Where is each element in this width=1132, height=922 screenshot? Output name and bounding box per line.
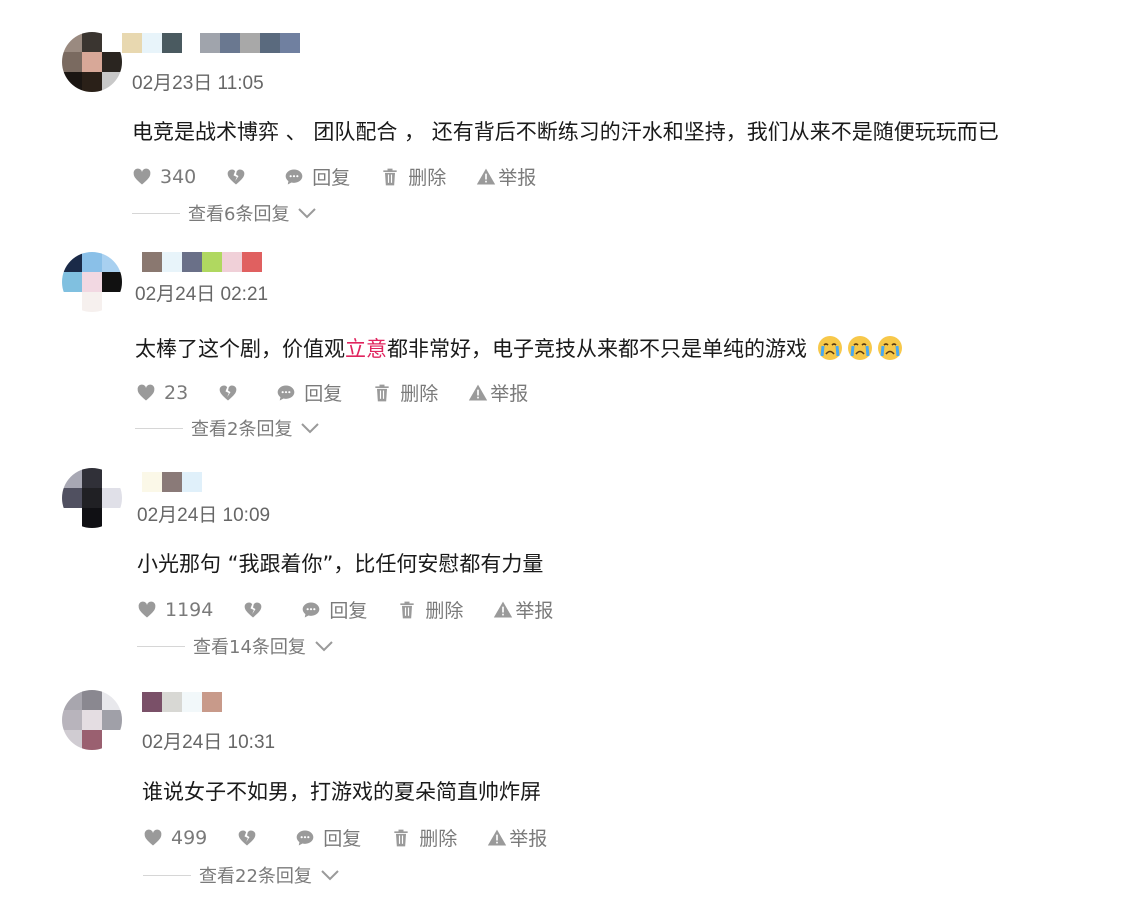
heart-icon bbox=[144, 829, 162, 845]
warning-icon bbox=[488, 829, 507, 845]
report-label: 举报 bbox=[509, 828, 548, 850]
broken-heart-icon bbox=[238, 830, 256, 845]
like-count: 499 bbox=[171, 826, 208, 849]
comment-actions: 499 回复 删除 举报 bbox=[143, 824, 547, 851]
comment-item: 02月24日 10:31 谁说女子不如男，打游戏的夏朵简直帅炸屏 499 回复 … bbox=[0, 0, 1132, 900]
reply-button[interactable]: 回复 bbox=[295, 824, 361, 851]
chevron-down-icon bbox=[321, 870, 339, 881]
delete-label: 删除 bbox=[419, 828, 458, 850]
like-button[interactable]: 499 bbox=[143, 827, 207, 849]
delete-button[interactable]: 删除 bbox=[391, 824, 457, 851]
divider-line bbox=[143, 874, 191, 876]
username-pixelated[interactable] bbox=[142, 692, 222, 712]
view-replies-button[interactable]: 查看22条回复 bbox=[143, 862, 342, 888]
reply-label: 回复 bbox=[323, 828, 362, 850]
dislike-button[interactable] bbox=[237, 828, 265, 848]
chat-bubble-icon bbox=[296, 830, 314, 845]
comment-text: 谁说女子不如男，打游戏的夏朵简直帅炸屏 bbox=[142, 780, 541, 804]
avatar[interactable] bbox=[62, 690, 122, 750]
comment-time: 02月24日 10:31 bbox=[142, 732, 276, 753]
trash-icon bbox=[394, 829, 408, 846]
view-replies-label: 查看22条回复 bbox=[199, 866, 312, 887]
report-button[interactable]: 举报 bbox=[487, 824, 547, 851]
